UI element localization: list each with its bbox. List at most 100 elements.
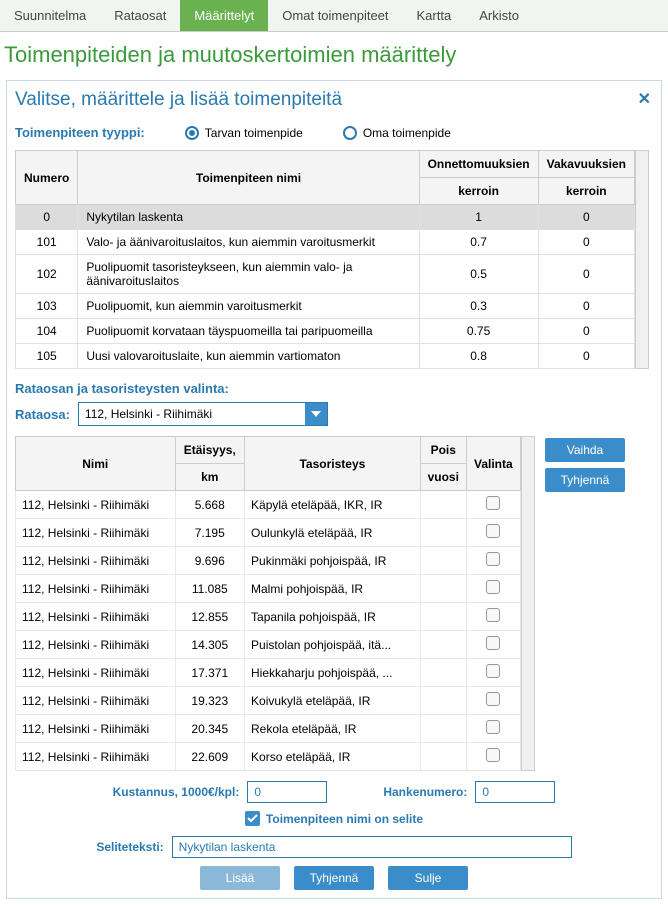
row-checkbox[interactable] — [486, 664, 500, 678]
cell-num: 102 — [16, 255, 78, 294]
tab-suunnitelma[interactable]: Suunnitelma — [0, 0, 100, 31]
type-row: Toimenpiteen tyyppi: Tarvan toimenpide O… — [15, 121, 653, 150]
row-checkbox[interactable] — [486, 636, 500, 650]
cell-valinta — [466, 547, 520, 575]
chevron-down-icon — [305, 403, 327, 425]
dialog: ✕ Valitse, määrittele ja lisää toimenpit… — [6, 80, 662, 899]
col2-nimi: Nimi — [16, 437, 176, 491]
table-row[interactable]: 112, Helsinki - Riihimäki 19.323 Koivuky… — [16, 687, 521, 715]
cell-km: 7.195 — [175, 519, 244, 547]
col2-et: Etäisyys, — [175, 437, 244, 464]
cell-km: 5.668 — [175, 491, 244, 519]
tab-omat[interactable]: Omat toimenpiteet — [268, 0, 402, 31]
cell-km: 22.609 — [175, 743, 244, 771]
table-row[interactable]: 112, Helsinki - Riihimäki 11.085 Malmi p… — [16, 575, 521, 603]
hankenumero-label: Hankenumero: — [383, 785, 467, 799]
cell-vak: 0 — [538, 255, 634, 294]
radio-oma[interactable]: Oma toimenpide — [343, 126, 451, 140]
selite-checkbox[interactable] — [245, 811, 260, 826]
toimenpide-table: Numero Toimenpiteen nimi Onnettomuuksien… — [15, 150, 635, 369]
cell-taso: Puistolan pohjoispää, itä... — [245, 631, 421, 659]
cell-km: 9.696 — [175, 547, 244, 575]
table-row[interactable]: 112, Helsinki - Riihimäki 17.371 Hiekkah… — [16, 659, 521, 687]
table-row[interactable]: 112, Helsinki - Riihimäki 12.855 Tapanil… — [16, 603, 521, 631]
cell-taso: Käpylä eteläpää, IKR, IR — [245, 491, 421, 519]
cell-pois — [420, 575, 466, 603]
tyhjenna-button[interactable]: Tyhjennä — [545, 468, 625, 492]
table-row[interactable]: 112, Helsinki - Riihimäki 7.195 Oulunkyl… — [16, 519, 521, 547]
cell-nimi: 112, Helsinki - Riihimäki — [16, 743, 176, 771]
lisaa-button[interactable]: Lisää — [200, 866, 280, 890]
seliteteksti-input[interactable] — [172, 836, 572, 858]
radio-label: Tarvan toimenpide — [205, 126, 303, 140]
table-row[interactable]: 105 Uusi valovaroituslaite, kun aiemmin … — [16, 344, 635, 369]
cell-valinta — [466, 659, 520, 687]
hankenumero-input[interactable] — [475, 781, 555, 803]
cell-nimi: Puolipuomit tasoristeykseen, kun aiemmin… — [78, 255, 419, 294]
row-checkbox[interactable] — [486, 496, 500, 510]
row-checkbox[interactable] — [486, 580, 500, 594]
row-checkbox[interactable] — [486, 608, 500, 622]
table-row[interactable]: 102 Puolipuomit tasoristeykseen, kun aie… — [16, 255, 635, 294]
cell-onn: 0.5 — [419, 255, 538, 294]
table-row[interactable]: 112, Helsinki - Riihimäki 22.609 Korso e… — [16, 743, 521, 771]
table-row[interactable]: 0 Nykytilan laskenta 1 0 — [16, 205, 635, 230]
cell-pois — [420, 547, 466, 575]
cell-km: 20.345 — [175, 715, 244, 743]
table-row[interactable]: 112, Helsinki - Riihimäki 5.668 Käpylä e… — [16, 491, 521, 519]
scrollbar[interactable] — [635, 150, 649, 369]
cell-valinta — [466, 575, 520, 603]
cell-vak: 0 — [538, 294, 634, 319]
row-checkbox[interactable] — [486, 552, 500, 566]
scrollbar[interactable] — [521, 436, 535, 771]
row-checkbox[interactable] — [486, 524, 500, 538]
close-icon[interactable]: ✕ — [638, 89, 651, 109]
row-checkbox[interactable] — [486, 692, 500, 706]
table-row[interactable]: 112, Helsinki - Riihimäki 9.696 Pukinmäk… — [16, 547, 521, 575]
col-kerroin2: kerroin — [538, 178, 634, 205]
cell-nimi: Valo- ja äänivaroituslaitos, kun aiemmin… — [78, 230, 419, 255]
table-row[interactable]: 104 Puolipuomit korvataan täyspuomeilla … — [16, 319, 635, 344]
tab-kartta[interactable]: Kartta — [403, 0, 466, 31]
combo-value: 112, Helsinki - Riihimäki — [85, 407, 212, 421]
kustannus-input[interactable] — [247, 781, 327, 803]
table-row[interactable]: 112, Helsinki - Riihimäki 20.345 Rekola … — [16, 715, 521, 743]
rataosa-select[interactable]: 112, Helsinki - Riihimäki — [78, 402, 328, 426]
radio-tarvan[interactable]: Tarvan toimenpide — [185, 126, 303, 140]
col2-km: km — [175, 464, 244, 491]
cell-num: 104 — [16, 319, 78, 344]
tab-rataosat[interactable]: Rataosat — [100, 0, 180, 31]
cell-nimi: 112, Helsinki - Riihimäki — [16, 547, 176, 575]
col-vak: Vakavuuksien — [538, 151, 634, 178]
tyhjenna-button-bottom[interactable]: Tyhjennä — [294, 866, 374, 890]
cell-valinta — [466, 715, 520, 743]
table-row[interactable]: 101 Valo- ja äänivaroituslaitos, kun aie… — [16, 230, 635, 255]
row-checkbox[interactable] — [486, 748, 500, 762]
cell-taso: Oulunkylä eteläpää, IR — [245, 519, 421, 547]
section-label: Rataosan ja tasoristeysten valinta: — [15, 381, 653, 396]
cell-taso: Hiekkaharju pohjoispää, ... — [245, 659, 421, 687]
cell-valinta — [466, 519, 520, 547]
vaihda-button[interactable]: Vaihda — [545, 438, 625, 462]
cell-pois — [420, 715, 466, 743]
sulje-button[interactable]: Sulje — [388, 866, 468, 890]
cell-nimi: Nykytilan laskenta — [78, 205, 419, 230]
table-row[interactable]: 112, Helsinki - Riihimäki 14.305 Puistol… — [16, 631, 521, 659]
cell-km: 19.323 — [175, 687, 244, 715]
cell-nimi: 112, Helsinki - Riihimäki — [16, 687, 176, 715]
tab-maarittelyt[interactable]: Määrittelyt — [180, 0, 268, 31]
cell-taso: Malmi pohjoispää, IR — [245, 575, 421, 603]
cell-num: 103 — [16, 294, 78, 319]
cell-pois — [420, 687, 466, 715]
cell-nimi: Puolipuomit korvataan täyspuomeilla tai … — [78, 319, 419, 344]
dialog-title: Valitse, määrittele ja lisää toimenpitei… — [15, 89, 653, 111]
col-numero: Numero — [16, 151, 78, 205]
cell-vak: 0 — [538, 344, 634, 369]
cell-nimi: 112, Helsinki - Riihimäki — [16, 659, 176, 687]
row-checkbox[interactable] — [486, 720, 500, 734]
radio-on-icon — [185, 126, 199, 140]
tab-arkisto[interactable]: Arkisto — [465, 0, 533, 31]
table-row[interactable]: 103 Puolipuomit, kun aiemmin varoitusmer… — [16, 294, 635, 319]
page-title: Toimenpiteiden ja muutoskertoimien määri… — [0, 32, 668, 74]
tasoristeys-table: Nimi Etäisyys, Tasoristeys Pois Valinta … — [15, 436, 521, 771]
